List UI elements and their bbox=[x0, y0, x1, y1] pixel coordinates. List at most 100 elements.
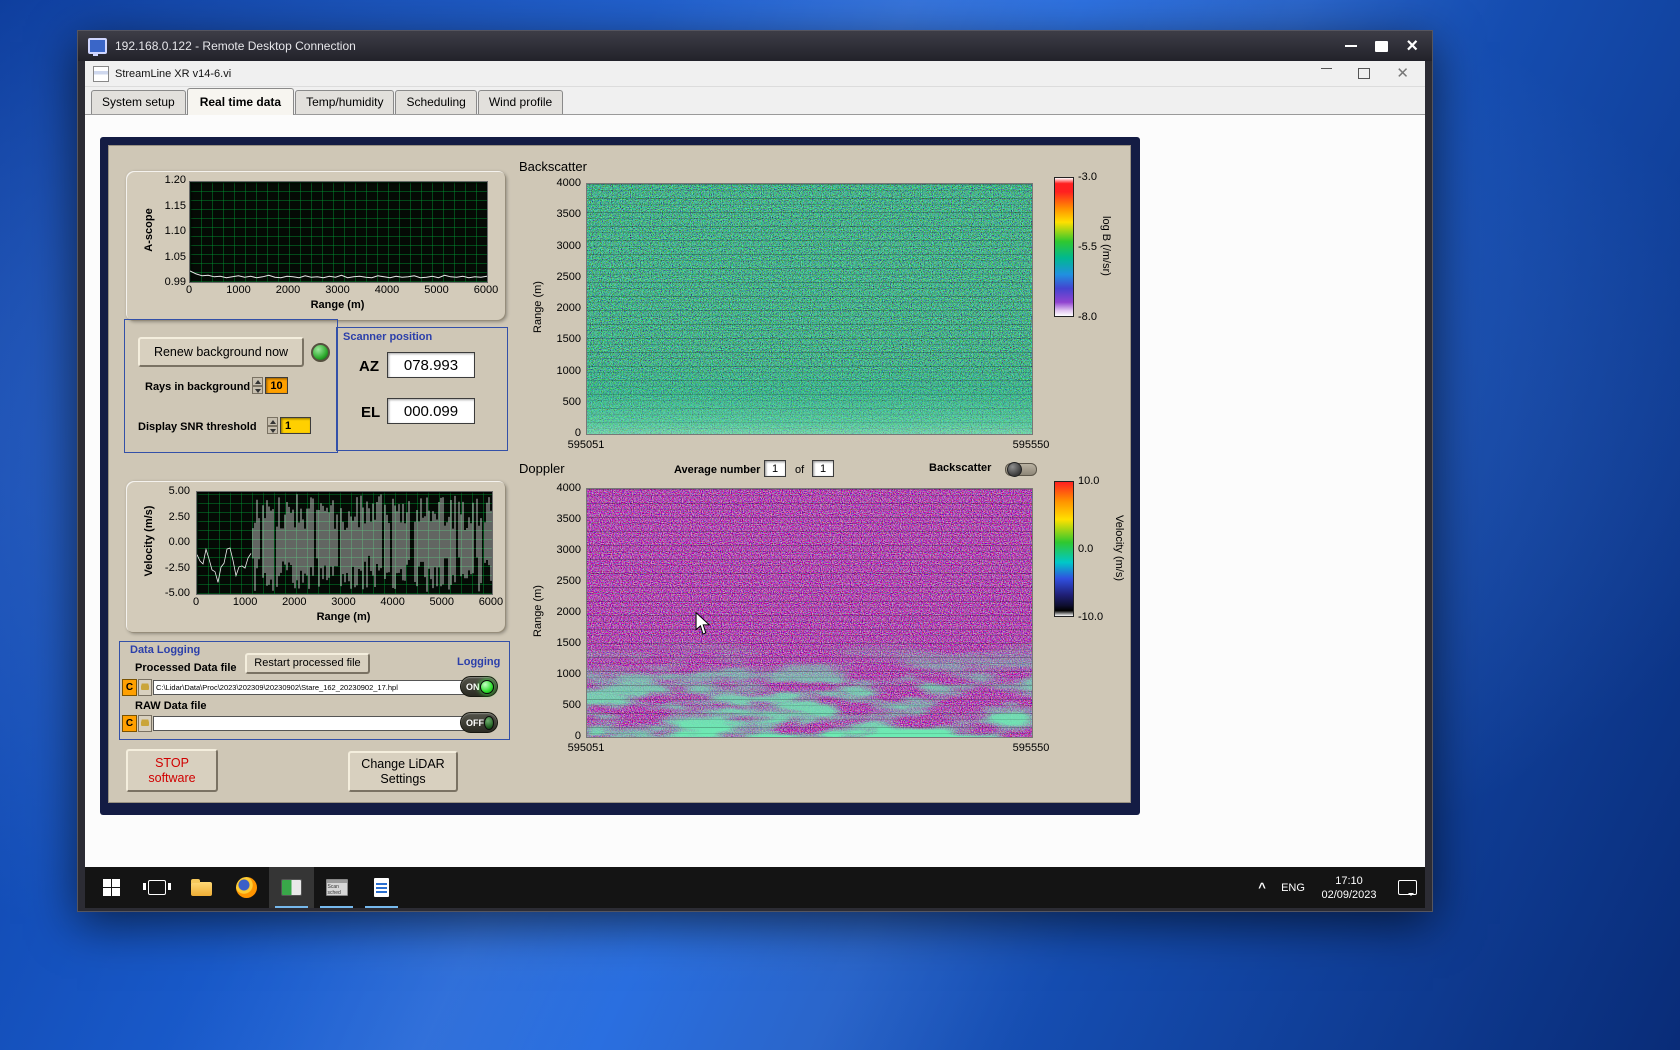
app-close-button[interactable]: ✕ bbox=[1396, 66, 1409, 81]
y-tick-label: 3000 bbox=[556, 544, 581, 556]
el-value-field[interactable]: 000.099 bbox=[387, 398, 475, 424]
rays-spinner[interactable] bbox=[252, 377, 263, 394]
scan-scheduler-app-button[interactable]: Scan sched bbox=[314, 867, 359, 908]
velocity-signal bbox=[197, 494, 492, 592]
x-tick-label: 6000 bbox=[473, 284, 499, 296]
y-tick-label: 0.00 bbox=[168, 536, 190, 548]
processed-path-field[interactable]: C:\Lidar\Data\Proc\2023\202309\20230902\… bbox=[153, 680, 475, 695]
app-minimize-button[interactable] bbox=[1321, 67, 1333, 69]
doppler-title: Doppler bbox=[519, 461, 565, 476]
rays-value-field[interactable]: 10 bbox=[265, 377, 288, 394]
snr-spinner[interactable] bbox=[267, 417, 278, 434]
snr-value-field[interactable]: 1 bbox=[280, 417, 311, 434]
x-tick-label: 4000 bbox=[380, 596, 405, 608]
x-tick-label: 1000 bbox=[226, 284, 251, 296]
raw-logging-led bbox=[484, 715, 494, 730]
start-button[interactable] bbox=[89, 867, 134, 908]
app-maximize-button[interactable] bbox=[1358, 67, 1371, 79]
tab-scheduling[interactable]: Scheduling bbox=[395, 90, 477, 114]
stop-software-button[interactable]: STOP software bbox=[126, 749, 218, 792]
background-controls-group: Renew background now Rays in background … bbox=[124, 319, 338, 453]
y-tick-label: 2000 bbox=[556, 606, 581, 618]
firefox-button[interactable] bbox=[224, 867, 269, 908]
average-count-field[interactable]: 1 bbox=[812, 460, 834, 477]
x-tick-label: 6000 bbox=[478, 596, 504, 608]
mouse-cursor bbox=[695, 612, 711, 635]
colorbar-tick-label: 0.0 bbox=[1078, 543, 1094, 555]
doppler-y-axis-ticks: 4000 3500 3000 2500 2000 1500 1000 500 0 bbox=[539, 482, 581, 742]
taskbar-clock[interactable]: 17:10 02/09/2023 bbox=[1312, 874, 1386, 902]
average-number-field[interactable]: 1 bbox=[764, 460, 786, 477]
y-tick-label: 1.20 bbox=[164, 174, 186, 186]
y-tick-label: 0 bbox=[574, 427, 581, 439]
doppler-colorbar bbox=[1054, 481, 1074, 617]
processed-drive-box[interactable]: C bbox=[122, 679, 137, 696]
y-tick-label: 3000 bbox=[556, 239, 581, 252]
tab-wind-profile[interactable]: Wind profile bbox=[477, 90, 564, 114]
firefox-icon bbox=[236, 877, 257, 898]
raw-logging-toggle[interactable]: OFF bbox=[460, 712, 498, 733]
y-tick-label: 1500 bbox=[556, 333, 581, 346]
y-tick-label: 5.00 bbox=[168, 485, 190, 497]
app-titlebar[interactable]: StreamLine XR v14-6.vi ✕ bbox=[85, 61, 1425, 87]
y-tick-label: 500 bbox=[562, 699, 581, 711]
rdp-monitor-icon bbox=[88, 38, 107, 56]
processed-logging-toggle[interactable]: ON bbox=[460, 676, 498, 697]
rdp-maximize-button[interactable] bbox=[1375, 40, 1389, 52]
task-view-icon bbox=[142, 880, 171, 895]
restart-processed-file-button[interactable]: Restart processed file bbox=[245, 653, 370, 674]
snr-threshold-label: Display SNR threshold bbox=[138, 421, 257, 433]
doppler-colorbar-label: Velocity (m/s) bbox=[1113, 514, 1125, 581]
ascope-plot-group: 1.20 1.15 1.10 1.05 0.99 0 1000 2000 3000 4000 50… bbox=[126, 171, 506, 321]
doppler-x-start-label: 595051 bbox=[567, 742, 605, 754]
tab-system-setup[interactable]: System setup bbox=[91, 90, 186, 114]
y-tick-label: 4000 bbox=[556, 482, 581, 494]
processed-browse-button[interactable] bbox=[138, 679, 152, 696]
rdp-minimize-button[interactable] bbox=[1345, 45, 1358, 47]
remote-desktop-app-button[interactable] bbox=[269, 867, 314, 908]
backscatter-doppler-switch[interactable] bbox=[1005, 462, 1037, 477]
language-indicator[interactable]: ENG bbox=[1274, 882, 1312, 894]
raw-drive-box[interactable]: C bbox=[122, 715, 137, 732]
average-of-label: of bbox=[795, 464, 805, 476]
vi-icon bbox=[93, 65, 109, 82]
clock-date: 02/09/2023 bbox=[1321, 888, 1377, 901]
backscatter-colorbar bbox=[1054, 177, 1074, 317]
x-tick-label: 2000 bbox=[282, 596, 307, 608]
y-tick-label: 1.10 bbox=[164, 225, 186, 237]
ascope-plot bbox=[189, 181, 488, 283]
remote-screen: StreamLine XR v14-6.vi ✕ System setup Re… bbox=[85, 61, 1425, 908]
rdp-titlebar[interactable]: 192.168.0.122 - Remote Desktop Connectio… bbox=[78, 31, 1432, 61]
raw-path-field[interactable] bbox=[153, 716, 475, 731]
backscatter-y-axis-label: Range (m) bbox=[532, 281, 544, 333]
action-center-icon[interactable] bbox=[1398, 880, 1417, 896]
y-tick-label: 1500 bbox=[556, 637, 581, 649]
file-explorer-button[interactable] bbox=[179, 867, 224, 908]
ascope-y-axis-label: A-scope bbox=[143, 208, 155, 252]
scan-scheduler-icon: Scan sched bbox=[325, 879, 348, 896]
change-lidar-settings-button[interactable]: Change LiDAR Settings bbox=[348, 751, 458, 792]
x-tick-label: 2000 bbox=[275, 284, 301, 296]
task-view-button[interactable] bbox=[134, 867, 179, 908]
tab-temp-humidity[interactable]: Temp/humidity bbox=[295, 90, 395, 114]
rdp-window: 192.168.0.122 - Remote Desktop Connectio… bbox=[77, 30, 1433, 912]
raw-browse-button[interactable] bbox=[138, 715, 152, 732]
tray-expand-chevron[interactable]: ^ bbox=[1250, 880, 1274, 895]
az-value-field[interactable]: 078.993 bbox=[387, 352, 475, 378]
colorbar-tick-label: -10.0 bbox=[1078, 611, 1104, 623]
rdp-close-button[interactable]: × bbox=[1406, 36, 1418, 56]
renew-background-button[interactable]: Renew background now bbox=[138, 337, 304, 367]
velocity-x-axis-label: Range (m) bbox=[316, 611, 371, 623]
notes-app-button[interactable] bbox=[359, 867, 404, 908]
x-tick-label: 0 bbox=[185, 284, 193, 296]
x-tick-label: 5000 bbox=[429, 596, 455, 608]
x-tick-label: 1000 bbox=[232, 596, 258, 608]
windows-logo-icon bbox=[103, 879, 120, 896]
tab-bar: System setup Real time data Temp/humidit… bbox=[85, 87, 1425, 115]
rays-in-background-label: Rays in background bbox=[145, 381, 251, 393]
backscatter-title: Backscatter bbox=[519, 159, 587, 174]
y-tick-label: 2500 bbox=[556, 575, 581, 587]
y-tick-label: 2.50 bbox=[168, 510, 190, 523]
tab-real-time-data[interactable]: Real time data bbox=[186, 88, 295, 115]
processed-logging-led bbox=[480, 679, 494, 694]
